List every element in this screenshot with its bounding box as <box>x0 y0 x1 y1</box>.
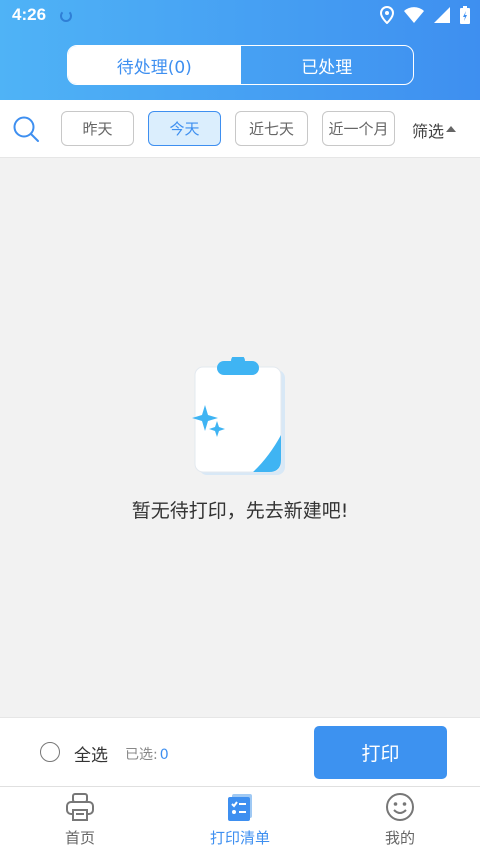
select-all-label[interactable]: 全选 <box>74 741 108 766</box>
filter-chip-yesterday[interactable]: 昨天 <box>61 111 134 146</box>
status-time: 4:26 <box>12 5 47 24</box>
tab-home[interactable]: 首页 <box>0 787 160 853</box>
battery-icon <box>460 6 470 24</box>
print-list-icon <box>228 794 252 821</box>
bottom-action-bar: 全选 已选: 0 打印 <box>0 717 480 786</box>
selected-label: 已选: <box>125 747 158 763</box>
tab-mine-label: 我的 <box>384 829 415 847</box>
date-filter-bar: 昨天 今天 近七天 近一个月 筛选 <box>0 100 480 158</box>
tab-print-list[interactable]: 打印清单 <box>160 787 320 853</box>
empty-message: 暂无待打印，先去新建吧! <box>131 500 349 522</box>
tab-pending[interactable]: 待处理(0) <box>68 46 241 84</box>
wifi-icon <box>404 7 424 23</box>
app-header: 4:26 待处理(0) 已处理 <box>0 0 480 100</box>
filter-chip-last-month[interactable]: 近一个月 <box>322 111 395 146</box>
filter-chip-last-7-days[interactable]: 近七天 <box>235 111 308 146</box>
selected-count-value: 0 <box>159 747 169 763</box>
location-icon <box>380 6 394 24</box>
search-icon[interactable] <box>12 115 40 143</box>
printer-icon <box>66 793 94 821</box>
print-button[interactable]: 打印 <box>314 726 447 779</box>
status-segmented-control: 待处理(0) 已处理 <box>67 45 414 85</box>
status-bar: 4:26 <box>0 0 480 32</box>
empty-clipboard-icon <box>192 357 285 475</box>
tab-processed[interactable]: 已处理 <box>241 46 414 84</box>
tab-home-label: 首页 <box>64 829 95 847</box>
sync-icon <box>60 10 72 22</box>
filter-button[interactable]: 筛选 <box>412 118 457 142</box>
print-list-content: 暂无待打印，先去新建吧! <box>0 159 480 717</box>
smiley-face-icon <box>386 793 414 821</box>
filter-chip-today[interactable]: 今天 <box>148 111 221 146</box>
caret-up-icon <box>446 126 457 132</box>
select-all-radio[interactable] <box>40 742 60 762</box>
tab-print-list-label: 打印清单 <box>209 829 270 847</box>
filter-label: 筛选 <box>412 122 445 141</box>
selected-count: 已选: 0 <box>125 744 169 764</box>
status-icons <box>380 6 470 24</box>
signal-icon <box>434 7 450 23</box>
tab-mine[interactable]: 我的 <box>320 787 480 853</box>
bottom-tab-bar: 首页 打印清单 我的 <box>0 786 480 853</box>
